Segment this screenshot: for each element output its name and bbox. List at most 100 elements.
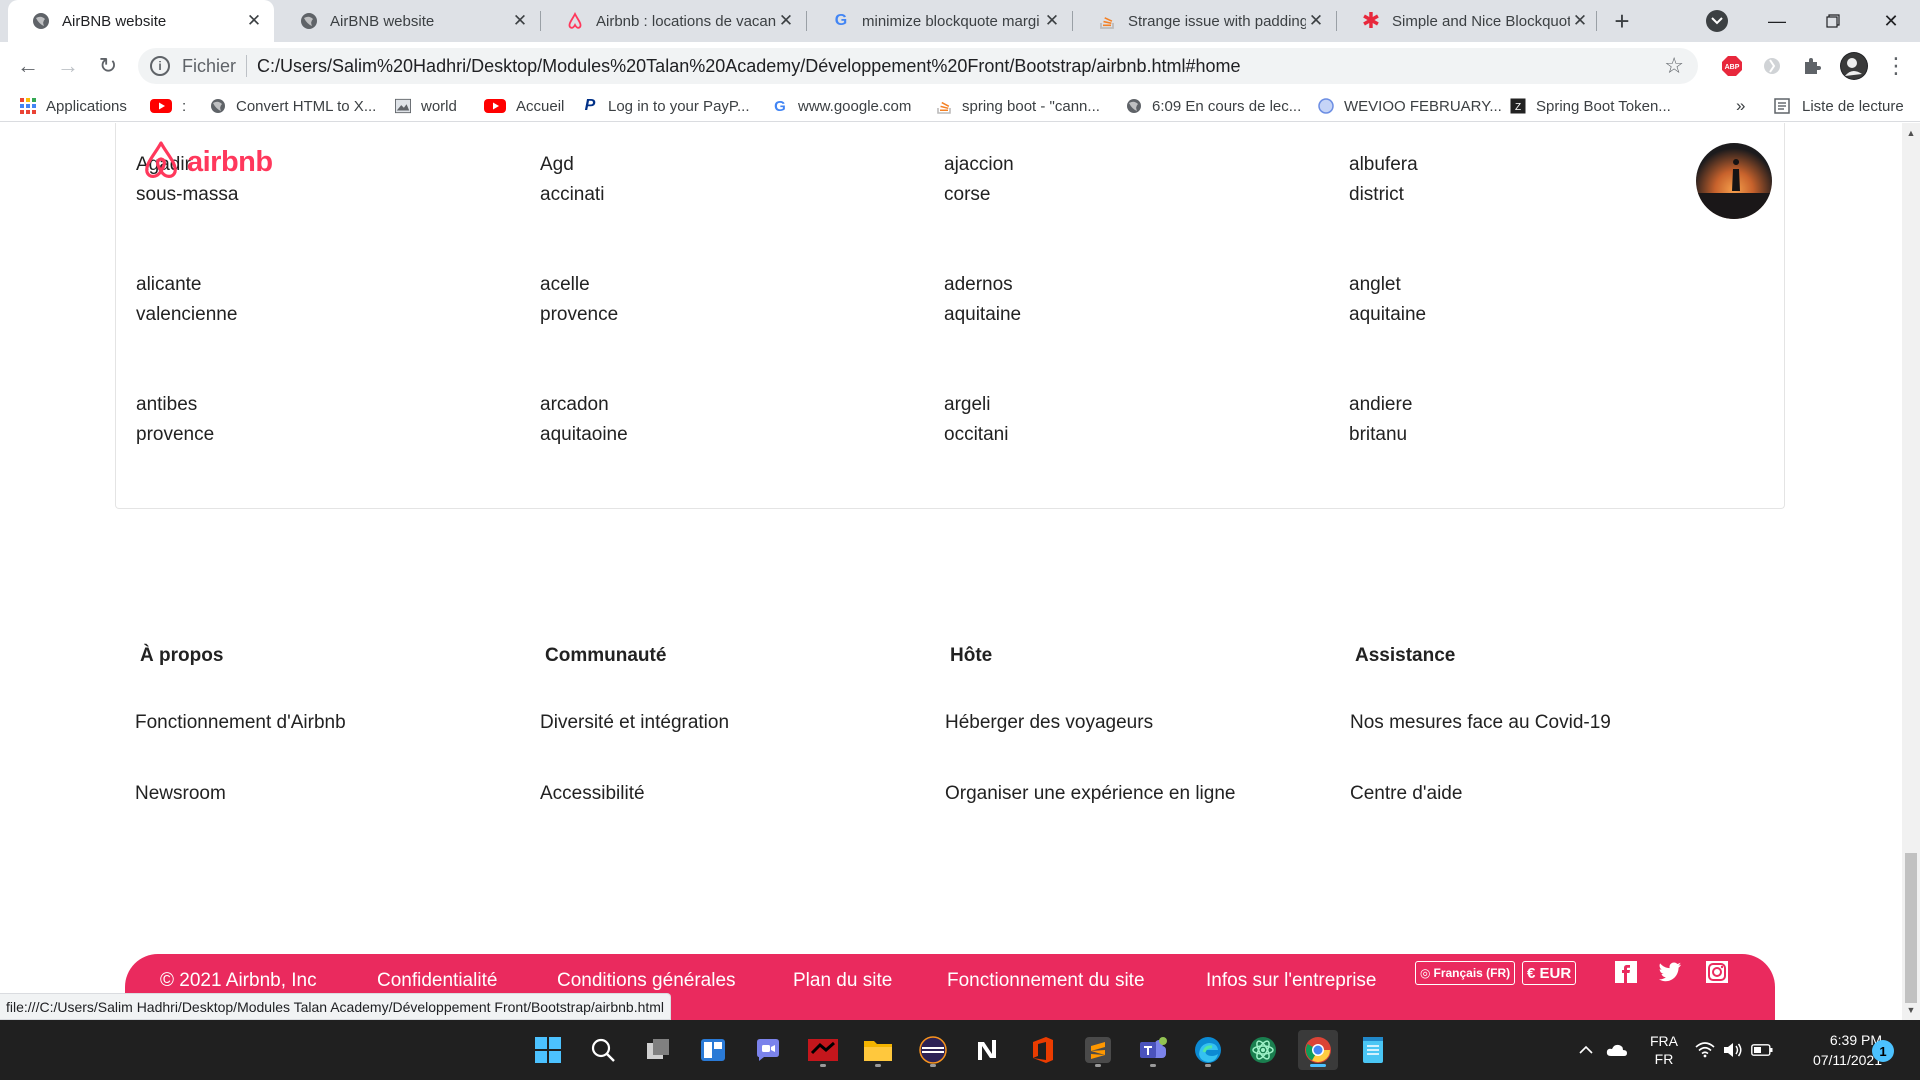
tab-simple-blockquote[interactable]: ✱ Simple and Nice Blockquote ✕	[1338, 0, 1600, 42]
app-red-icon[interactable]	[803, 1030, 843, 1070]
footer-link[interactable]: Héberger des voyageurs	[945, 712, 1153, 734]
destination-item[interactable]: albufera district	[1349, 150, 1418, 210]
bookmark-applications[interactable]: Applications	[20, 90, 127, 122]
bookmark-youtube[interactable]: :	[150, 90, 186, 122]
chrome-icon[interactable]	[1298, 1030, 1338, 1070]
battery-icon[interactable]	[1748, 1020, 1776, 1080]
bookmark-spring-token[interactable]: Z Spring Boot Token...	[1510, 90, 1671, 122]
close-tab-icon[interactable]: ✕	[510, 11, 530, 31]
footer-link[interactable]: Nos mesures face au Covid-19	[1350, 712, 1611, 734]
facebook-icon[interactable]	[1614, 960, 1638, 984]
instagram-icon[interactable]	[1705, 960, 1729, 984]
start-windows-icon[interactable]	[528, 1030, 568, 1070]
destination-item[interactable]: antibes provence	[136, 390, 214, 450]
footer-bar-link[interactable]: Infos sur l'entreprise	[1206, 970, 1376, 992]
footer-link[interactable]: Organiser une expérience en ligne	[945, 783, 1235, 805]
task-view-icon[interactable]	[638, 1030, 678, 1070]
restore-icon[interactable]	[1808, 0, 1858, 42]
bookmark-wevioo[interactable]: WEVIOO FEBRUARY...	[1318, 90, 1502, 122]
scrollbar-thumb[interactable]	[1905, 853, 1917, 1003]
profile-avatar[interactable]	[1840, 52, 1868, 80]
notepad-icon[interactable]	[1353, 1030, 1393, 1070]
footer-bar-link[interactable]: Fonctionnement du site	[947, 970, 1145, 992]
reading-list-button[interactable]: Liste de lecture	[1774, 90, 1904, 122]
onedrive-cloud-icon[interactable]	[1604, 1020, 1630, 1080]
close-tab-icon[interactable]: ✕	[1306, 11, 1326, 31]
site-info-icon[interactable]: i	[150, 56, 170, 76]
volume-icon[interactable]	[1720, 1020, 1746, 1080]
tab-airbnb-locations[interactable]: Airbnb : locations de vacanc ✕	[542, 0, 806, 42]
address-bar[interactable]: i Fichier C:/Users/Salim%20Hadhri/Deskto…	[138, 48, 1698, 84]
close-tab-icon[interactable]: ✕	[776, 11, 796, 31]
extension-icon[interactable]	[1760, 54, 1784, 78]
currency-selector[interactable]: € EUR	[1522, 961, 1577, 985]
destination-item[interactable]: anglet aquitaine	[1349, 270, 1426, 330]
minimize-icon[interactable]: —	[1752, 0, 1802, 42]
sublime-text-icon[interactable]	[1078, 1030, 1118, 1070]
footer-link[interactable]: Accessibilité	[540, 783, 645, 805]
bookmark-star-icon[interactable]: ☆	[1664, 53, 1684, 79]
bookmark-en-cours[interactable]: 6:09 En cours de lec...	[1126, 90, 1301, 122]
bookmark-paypal[interactable]: P Log in to your PayP...	[582, 90, 750, 122]
close-tab-icon[interactable]: ✕	[1570, 11, 1590, 31]
forward-icon[interactable]: →	[52, 50, 84, 82]
chat-icon[interactable]	[748, 1030, 788, 1070]
destination-item[interactable]: arcadon aquitaoine	[540, 390, 628, 450]
tab-search-icon[interactable]	[1706, 10, 1728, 32]
menu-kebab-icon[interactable]: ⋮	[1880, 50, 1912, 82]
atom-icon[interactable]	[1243, 1030, 1283, 1070]
notification-badge[interactable]: 1	[1872, 1040, 1894, 1062]
page-scrollbar[interactable]: ▲ ▼	[1902, 123, 1920, 1020]
airbnb-logo[interactable]: airbnb	[137, 140, 273, 181]
tab-airbnb-website-1[interactable]: AirBNB website ✕	[8, 0, 274, 42]
address-url[interactable]: C:/Users/Salim%20Hadhri/Desktop/Modules%…	[257, 56, 1241, 77]
office-icon[interactable]	[1023, 1030, 1063, 1070]
teams-icon[interactable]	[1133, 1030, 1173, 1070]
close-tab-icon[interactable]: ✕	[1042, 11, 1062, 31]
footer-bar-link[interactable]: Plan du site	[793, 970, 892, 992]
search-icon[interactable]	[583, 1030, 623, 1070]
destination-item[interactable]: alicante valencienne	[136, 270, 237, 330]
footer-link[interactable]: Fonctionnement d'Airbnb	[135, 712, 346, 734]
destination-item[interactable]: Agd accinati	[540, 150, 604, 210]
back-icon[interactable]: ←	[12, 50, 44, 82]
footer-link[interactable]: Diversité et intégration	[540, 712, 729, 734]
footer-bar-link[interactable]: Conditions générales	[557, 970, 736, 992]
widgets-icon[interactable]	[693, 1030, 733, 1070]
wifi-icon[interactable]	[1692, 1020, 1718, 1080]
eclipse-icon[interactable]	[913, 1030, 953, 1070]
destination-item[interactable]: ajaccion corse	[944, 150, 1014, 210]
new-tab-button[interactable]: +	[1606, 5, 1638, 37]
footer-link[interactable]: Centre d'aide	[1350, 783, 1462, 805]
tab-strange-issue[interactable]: Strange issue with padding ✕	[1074, 0, 1336, 42]
twitter-icon[interactable]	[1658, 960, 1682, 984]
destination-item[interactable]: acelle provence	[540, 270, 618, 330]
file-explorer-icon[interactable]	[858, 1030, 898, 1070]
close-tab-icon[interactable]: ✕	[244, 11, 264, 31]
bookmark-convert-html[interactable]: Convert HTML to X...	[210, 90, 376, 122]
user-avatar[interactable]	[1696, 143, 1772, 219]
close-window-icon[interactable]: ✕	[1866, 0, 1916, 42]
bookmark-spring-boot[interactable]: spring boot - "cann...	[936, 90, 1100, 122]
language-selector[interactable]: ◎ Français (FR)	[1415, 961, 1516, 985]
footer-bar-link[interactable]: Confidentialité	[377, 970, 497, 992]
reload-icon[interactable]: ↻	[92, 50, 124, 82]
system-clock[interactable]: 6:39 PM 07/11/2021	[1792, 1030, 1882, 1070]
bookmark-accueil[interactable]: Accueil	[484, 90, 564, 122]
puzzle-icon[interactable]	[1800, 54, 1824, 78]
bookmark-world[interactable]: world	[395, 90, 457, 122]
tab-minimize-blockquote[interactable]: G minimize blockquote margi ✕	[808, 0, 1072, 42]
destination-item[interactable]: andiere britanu	[1349, 390, 1412, 450]
destination-item[interactable]: adernos aquitaine	[944, 270, 1021, 330]
show-hidden-icons-chevron-icon[interactable]	[1574, 1020, 1598, 1080]
destination-item[interactable]: argeli occitani	[944, 390, 1008, 450]
bookmark-google[interactable]: G www.google.com	[772, 90, 911, 122]
notion-like-icon[interactable]	[968, 1030, 1008, 1070]
adblock-icon[interactable]: ABP	[1720, 54, 1744, 78]
bookmarks-overflow-button[interactable]: »	[1736, 90, 1745, 122]
scroll-down-arrow-icon[interactable]: ▼	[1902, 1002, 1920, 1018]
footer-link[interactable]: Newsroom	[135, 783, 226, 805]
scroll-up-arrow-icon[interactable]: ▲	[1902, 125, 1920, 141]
input-language-indicator[interactable]: FRA FR	[1644, 1020, 1684, 1080]
tab-airbnb-website-2[interactable]: AirBNB website ✕	[276, 0, 540, 42]
